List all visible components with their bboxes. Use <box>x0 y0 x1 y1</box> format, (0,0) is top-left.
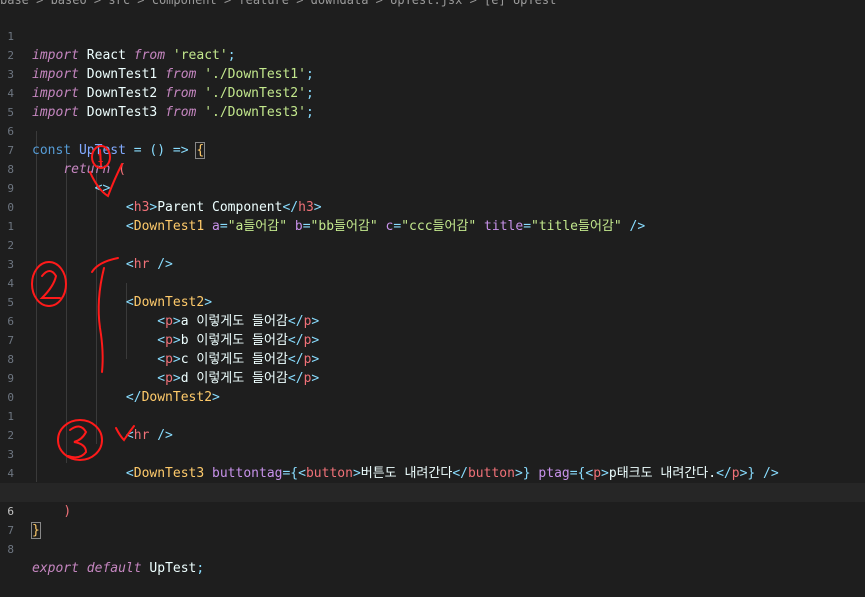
code-line[interactable]: 0 <DownTest1 a="a들어감" b="bb들어감" c="ccc들어… <box>0 179 865 234</box>
code-line[interactable]: 4 import DownTest3 from './DownTest3'; <box>0 65 865 120</box>
code-content: export default UpTest; <box>32 559 204 578</box>
code-line[interactable]: 7 <p>c 이렇게도 들어감</p> <box>0 312 865 367</box>
code-line[interactable]: 8 <> <box>0 141 865 196</box>
code-line[interactable]: 4 </> <box>0 445 865 500</box>
semicolon: ; <box>196 561 205 576</box>
identifier: UpTest <box>141 561 197 576</box>
code-line[interactable]: 8 <p>d 이렇게도 들어감</p> <box>0 331 865 386</box>
code-line[interactable]: 3 <DownTest3 buttontag={<button>버튼도 내려간다… <box>0 426 865 481</box>
code-line[interactable]: 2 <hr /> <box>0 217 865 272</box>
code-line[interactable]: 3 <box>0 236 865 271</box>
code-line[interactable]: 4 <DownTest2> <box>0 255 865 310</box>
code-editor[interactable]: 1 import React from 'react'; 2 import Do… <box>0 8 865 576</box>
code-line[interactable]: 7 <box>0 502 865 537</box>
code-line[interactable]: 1 <box>0 198 865 233</box>
keyword: export <box>32 561 79 576</box>
code-line[interactable]: 5 <p>a 이렇게도 들어감</p> <box>0 274 865 329</box>
code-line[interactable]: 7 return ( <box>0 122 865 177</box>
code-line-current[interactable]: 6 } <box>0 483 865 539</box>
code-line[interactable]: 5 ) <box>0 464 865 519</box>
code-line[interactable]: 9 </DownTest2> <box>0 350 865 405</box>
code-line[interactable]: 8 export default UpTest; <box>0 521 865 576</box>
code-line[interactable]: 3 import DownTest2 from './DownTest2'; <box>0 46 865 101</box>
code-line[interactable]: 9 <h3>Parent Component</h3> <box>0 160 865 215</box>
code-line[interactable]: 6 const UpTest = () => { <box>0 103 865 159</box>
line-number: 8 <box>7 543 14 556</box>
code-line[interactable]: 1 <hr /> <box>0 388 865 443</box>
code-line[interactable]: 5 <box>0 84 865 119</box>
code-line[interactable]: 2 <box>0 407 865 442</box>
keyword: default <box>78 561 142 576</box>
code-line[interactable]: 0 <box>0 369 865 404</box>
code-line[interactable]: 6 <p>b 이렇게도 들어감</p> <box>0 293 865 348</box>
code-line[interactable]: 2 import DownTest1 from './DownTest1'; <box>0 27 865 82</box>
breadcrumb[interactable]: base > baseo > src > component > feature… <box>0 0 865 8</box>
code-line[interactable]: 1 import React from 'react'; <box>0 8 865 63</box>
